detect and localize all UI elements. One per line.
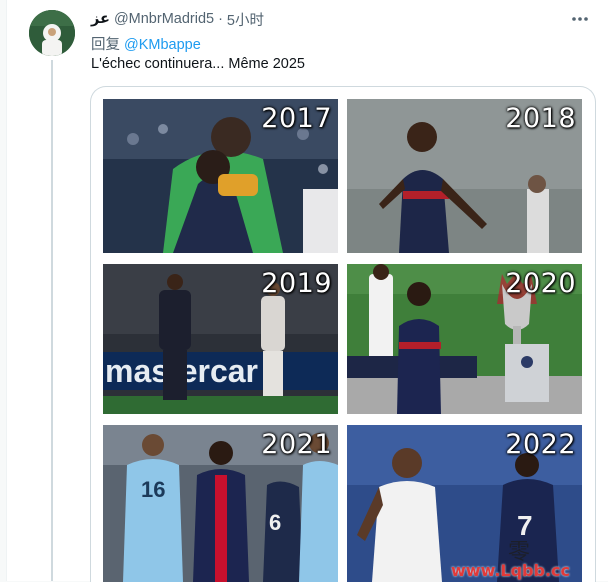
more-horizontal-icon[interactable] [569, 9, 591, 29]
year-label: 2018 [505, 103, 576, 134]
media-tile-2021[interactable]: 16 6 2021 [103, 425, 338, 582]
author-avatar[interactable] [29, 10, 75, 56]
author-name[interactable]: عز [91, 11, 110, 27]
tweet-card[interactable]: عز @MnbrMadrid5 · 5小时 回复 @KMbappe L'échec… [6, 0, 608, 582]
svg-text:6: 6 [269, 510, 281, 535]
media-tile-2019[interactable]: mastercar 2019 [103, 264, 338, 414]
tweet-header: عز @MnbrMadrid5 · 5小时 [91, 9, 264, 29]
media-tile-2018[interactable]: 2018 [347, 99, 582, 253]
year-label: 2020 [505, 268, 576, 299]
reply-prefix: 回复 [91, 37, 120, 53]
watermark: www.Lqbb.cc [451, 561, 570, 580]
year-label: 2017 [261, 103, 332, 134]
svg-text:16: 16 [141, 477, 165, 502]
thread-line [51, 60, 53, 581]
reply-mention-link[interactable]: @KMbappe [124, 37, 201, 53]
separator-dot: · [218, 11, 223, 27]
year-label: 2022 [505, 429, 576, 460]
year-label: 2021 [261, 429, 332, 460]
reply-context: 回复 @KMbappe [91, 33, 201, 54]
media-grid[interactable]: 2017 2018 mastercar [90, 86, 596, 582]
media-tile-2017[interactable]: 2017 [103, 99, 338, 253]
tweet-text: L'échec continuera... Même 2025 [91, 56, 305, 72]
media-tile-2020[interactable]: 2020 [347, 264, 582, 414]
author-handle[interactable]: @MnbrMadrid5 [114, 11, 214, 27]
tweet-timestamp[interactable]: 5小时 [227, 9, 264, 30]
year-label: 2019 [261, 268, 332, 299]
media-tile-2022[interactable]: 7 2022 零 www.Lqbb.cc [347, 425, 582, 582]
